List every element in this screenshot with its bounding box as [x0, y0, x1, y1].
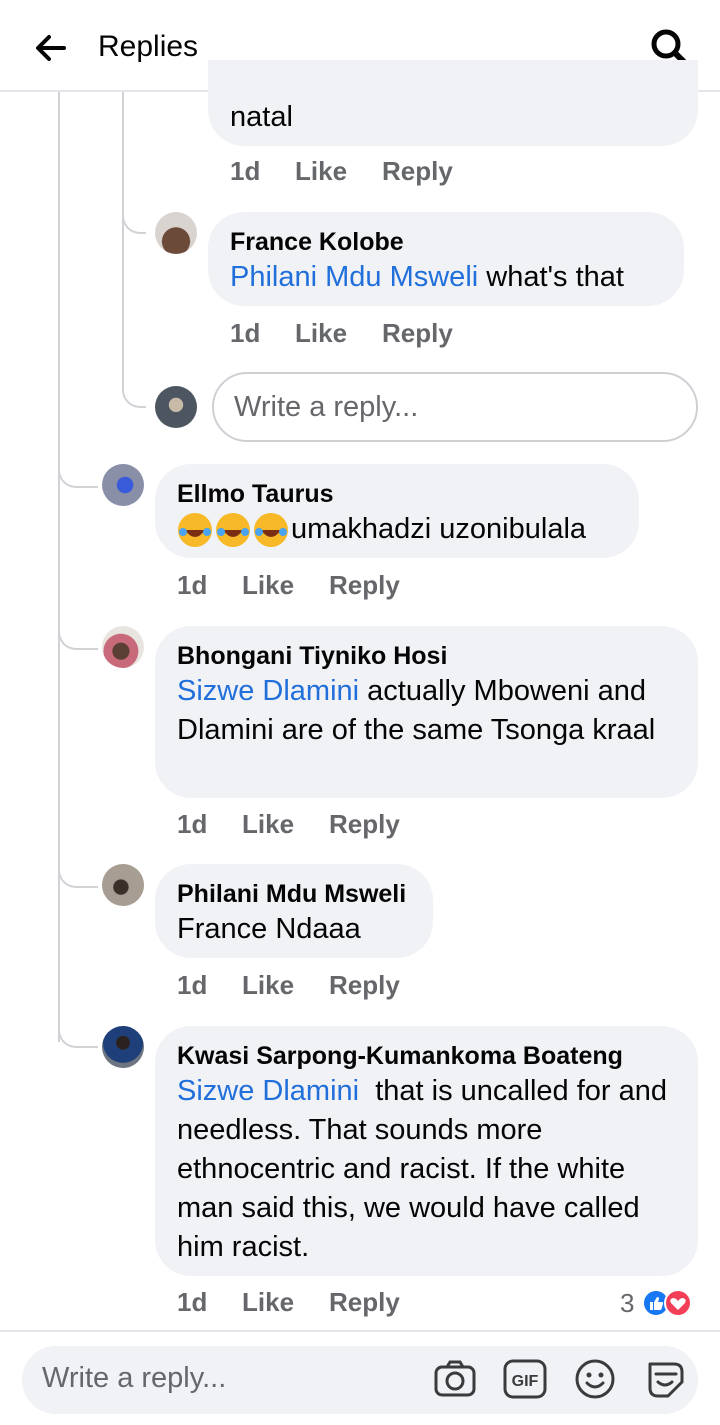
comment-author[interactable]: Bhongani Tiyniko Hosi [177, 640, 676, 672]
avatar[interactable] [155, 212, 197, 254]
bottom-reply-bar: Write a reply... GIF [0, 1330, 720, 1425]
comment-author[interactable]: Ellmo Taurus [177, 478, 617, 510]
comment-text: Sizwe Dlamini that is uncalled for and n… [177, 1072, 676, 1267]
reply-button[interactable]: Reply [382, 318, 453, 349]
camera-icon [434, 1360, 476, 1397]
comment-bubble[interactable]: Bhongani Tiyniko Hosi Sizwe Dlamini actu… [155, 626, 698, 798]
love-reaction-icon [664, 1289, 692, 1317]
reply-button[interactable]: Reply [329, 570, 400, 601]
comment-time: 1d [230, 318, 261, 348]
comment-time: 1d [177, 970, 208, 1000]
avatar [155, 386, 197, 428]
reply-button[interactable]: Reply [329, 1287, 400, 1318]
comment-time: 1d [177, 1287, 208, 1317]
camera-button[interactable] [432, 1356, 478, 1402]
comment-time: 1d [230, 156, 261, 186]
comment-text: umakhadzi uzonibulala [177, 510, 617, 549]
thread-branch [58, 614, 98, 650]
emoji-icon [575, 1359, 615, 1399]
thread-branch [58, 452, 98, 488]
comment-text: natal [230, 101, 293, 133]
like-button[interactable]: Like [242, 570, 294, 601]
page-title: Replies [98, 30, 199, 63]
thread-branch [122, 370, 146, 408]
avatar[interactable] [102, 1026, 144, 1068]
like-button[interactable]: Like [242, 1287, 294, 1318]
comment-author[interactable]: France Kolobe [230, 226, 662, 258]
comment-body: what's that [478, 261, 624, 293]
reaction-count: 3 [620, 1288, 635, 1318]
like-button[interactable]: Like [295, 156, 347, 187]
comment-bubble[interactable]: Kwasi Sarpong-Kumankoma Boateng Sizwe Dl… [155, 1026, 698, 1276]
like-button[interactable]: Like [242, 809, 294, 840]
reply-input[interactable]: Write a reply... GIF [22, 1346, 698, 1414]
comment-text: France Ndaaa [177, 913, 361, 945]
sticker-icon [648, 1362, 684, 1398]
comment-bubble[interactable]: Ellmo Taurus umakhadzi uzonibulala [155, 464, 639, 558]
comment-bubble[interactable]: France Kolobe Philani Mdu Msweli what's … [208, 212, 684, 306]
comment-time: 1d [177, 570, 208, 600]
comment-text: Philani Mdu Msweli what's that [230, 258, 662, 297]
comment-bubble[interactable]: Philani Mdu Msweli France Ndaaa [155, 864, 433, 958]
nested-reply-input[interactable]: Write a reply... [212, 372, 698, 442]
svg-text:GIF: GIF [512, 1373, 539, 1390]
back-button[interactable] [30, 28, 70, 68]
sticker-button[interactable] [642, 1356, 688, 1402]
comment-time: 1d [177, 809, 208, 839]
avatar[interactable] [102, 464, 144, 506]
gif-button[interactable]: GIF [502, 1356, 548, 1402]
thread-branch [58, 1012, 98, 1048]
comment-author[interactable]: Philani Mdu Msweli [177, 878, 411, 910]
like-button[interactable]: Like [295, 318, 347, 349]
like-button[interactable]: Like [242, 970, 294, 1001]
thread-branch [58, 852, 98, 888]
comment-text: Sizwe Dlamini actually Mboweni and Dlami… [177, 672, 676, 750]
laughing-emoji-icon [178, 512, 288, 547]
comment-body: umakhadzi uzonibulala [291, 513, 587, 545]
mention-link[interactable]: Sizwe Dlamini [177, 675, 359, 707]
thread-line-nested [122, 92, 124, 382]
reply-placeholder: Write a reply... [42, 1362, 227, 1394]
mention-link[interactable]: Philani Mdu Msweli [230, 261, 478, 293]
back-arrow-icon [36, 35, 66, 61]
thread-branch [122, 196, 146, 234]
avatar[interactable] [102, 864, 144, 906]
mention-link[interactable]: Sizwe Dlamini [177, 1075, 359, 1107]
reply-button[interactable]: Reply [329, 809, 400, 840]
reply-button[interactable]: Reply [329, 970, 400, 1001]
avatar[interactable] [102, 626, 144, 668]
emoji-button[interactable] [572, 1356, 618, 1402]
comment-bubble[interactable]: natal [208, 60, 698, 146]
comment-author[interactable]: Kwasi Sarpong-Kumankoma Boateng [177, 1040, 676, 1072]
gif-icon: GIF [503, 1359, 547, 1399]
reply-button[interactable]: Reply [382, 156, 453, 187]
thread-line-main [58, 92, 60, 1042]
